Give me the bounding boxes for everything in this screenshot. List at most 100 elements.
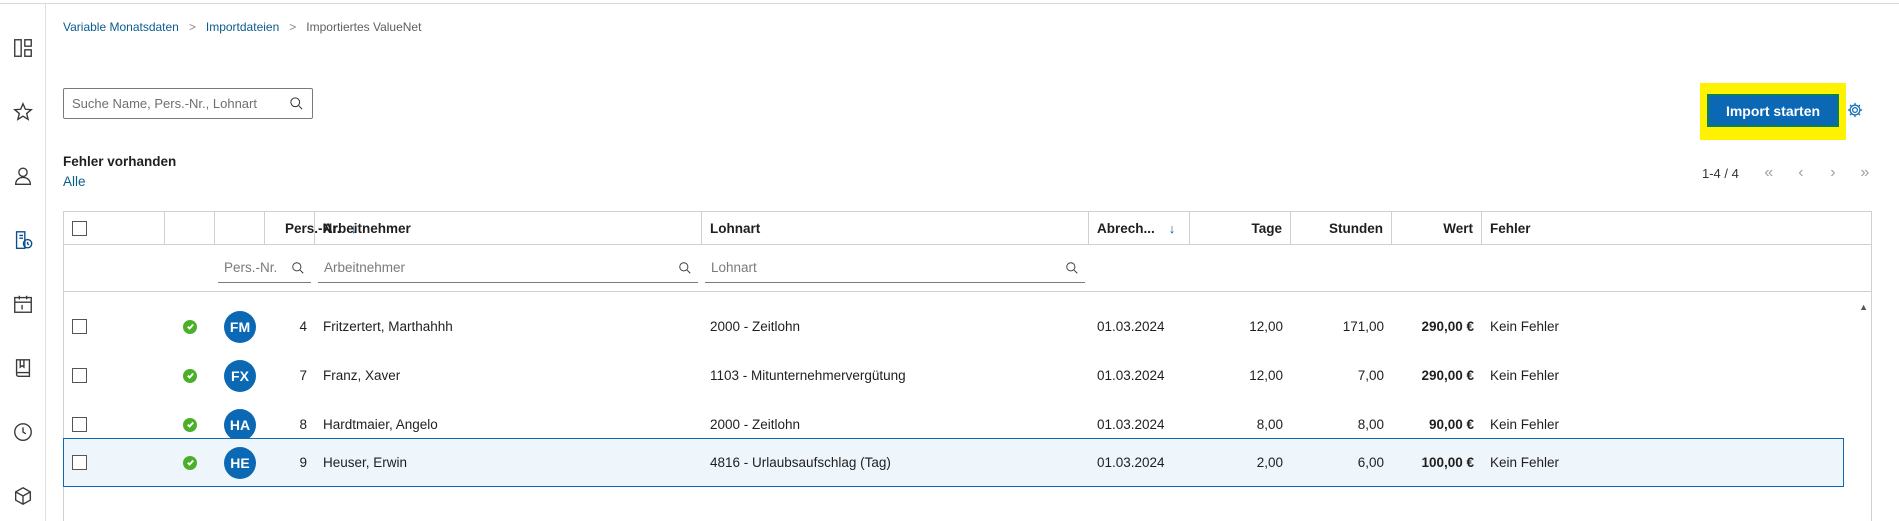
- header-arbeitnehmer[interactable]: Arbeitnehmer: [315, 212, 702, 244]
- import-start-button[interactable]: Import starten: [1707, 94, 1839, 127]
- row-date: 01.03.2024: [1097, 368, 1165, 383]
- header-tage[interactable]: Tage: [1190, 212, 1291, 244]
- row-select-cell: [64, 302, 165, 351]
- row-checkbox[interactable]: [72, 455, 87, 470]
- row-stunden: 171,00: [1342, 319, 1384, 334]
- row-wert: 290,00 €: [1421, 368, 1474, 383]
- filter-label: Fehler vorhanden: [63, 154, 177, 169]
- breadcrumb-variable-monatsdaten[interactable]: Variable Monatsdaten: [63, 20, 179, 34]
- sidebar-item-variable-data[interactable]: [0, 220, 46, 260]
- last-page-icon[interactable]: »: [1849, 164, 1881, 182]
- sidebar-item-modules[interactable]: [0, 476, 46, 516]
- sidebar-rail: [0, 4, 46, 521]
- row-tage: 2,00: [1256, 455, 1283, 470]
- row-stunden: 7,00: [1357, 368, 1384, 383]
- row-status-cell: [165, 439, 215, 486]
- row-fehler: Kein Fehler: [1490, 455, 1560, 470]
- arbeitnehmer-filter-input[interactable]: [324, 260, 678, 275]
- row-avatar-cell: FM: [215, 302, 265, 351]
- row-name: Fritzertert, Marthahhh: [323, 319, 453, 334]
- check-circle-icon: [183, 319, 197, 334]
- header-stunden[interactable]: Stunden: [1291, 212, 1392, 244]
- select-all-checkbox[interactable]: [72, 220, 87, 236]
- header-select-cell: [64, 212, 165, 244]
- header-lohnart[interactable]: Lohnart: [702, 212, 1089, 244]
- header-abrechnung-label: Abrech...: [1097, 220, 1155, 236]
- row-tage: 12,00: [1249, 368, 1283, 383]
- row-checkbox[interactable]: [72, 417, 87, 432]
- search-icon[interactable]: [1065, 261, 1079, 275]
- header-fehler[interactable]: Fehler: [1482, 212, 1872, 244]
- row-date: 01.03.2024: [1097, 455, 1165, 470]
- star-icon: [13, 102, 33, 121]
- row-select-cell: [64, 351, 165, 400]
- check-circle-icon: [183, 417, 197, 432]
- header-status-cell: [165, 212, 215, 244]
- settings-button[interactable]: [1846, 101, 1864, 119]
- row-date: 01.03.2024: [1097, 319, 1165, 334]
- pagination-range: 1-4 / 4: [1702, 165, 1739, 181]
- avatar: HA: [224, 408, 256, 441]
- row-status-cell: [165, 351, 215, 400]
- search-box[interactable]: [63, 88, 313, 119]
- persnr-filter-input[interactable]: [224, 260, 291, 275]
- row-stunden: 6,00: [1357, 455, 1384, 470]
- sidebar-item-book[interactable]: [0, 348, 46, 388]
- row-avatar-cell: HE: [215, 439, 265, 486]
- previous-page-icon[interactable]: ‹: [1785, 164, 1817, 182]
- row-persnr: 4: [299, 319, 307, 334]
- row-name: Franz, Xaver: [323, 368, 401, 383]
- clock-icon: [14, 423, 32, 441]
- sidebar-item-favorites[interactable]: [0, 92, 46, 132]
- row-checkbox[interactable]: [72, 368, 87, 383]
- avatar: FM: [224, 310, 256, 343]
- row-tage: 12,00: [1249, 319, 1283, 334]
- lohnart-filter[interactable]: [705, 253, 1085, 283]
- table-row[interactable]: FM 4 Fritzertert, Marthahhh 2000 - Zeitl…: [64, 302, 1871, 351]
- table-filter-row: [64, 245, 1871, 292]
- row-fehler: Kein Fehler: [1490, 368, 1560, 383]
- header-wert[interactable]: Wert: [1392, 212, 1482, 244]
- row-wert: 290,00 €: [1421, 319, 1474, 334]
- table-row[interactable]: FX 7 Franz, Xaver 1103 - Mitunternehmerv…: [64, 351, 1871, 400]
- avatar: HE: [224, 446, 256, 479]
- dashboard-icon: [14, 39, 32, 57]
- sidebar-item-persons[interactable]: [0, 156, 46, 196]
- sort-desc-icon: ↓: [1168, 220, 1176, 236]
- sidebar-item-dashboard[interactable]: [0, 28, 46, 68]
- document-clock-icon: [15, 231, 33, 249]
- row-name: Heuser, Erwin: [323, 455, 408, 470]
- search-input[interactable]: [72, 96, 289, 111]
- search-icon[interactable]: [678, 261, 692, 275]
- calendar-icon: [14, 295, 32, 313]
- row-checkbox[interactable]: [72, 319, 87, 334]
- top-divider: [0, 0, 1899, 4]
- breadcrumb-importdateien[interactable]: Importdateien: [206, 20, 279, 34]
- next-page-icon[interactable]: ›: [1817, 164, 1849, 182]
- breadcrumb-separator: >: [289, 20, 297, 34]
- row-fehler: Kein Fehler: [1490, 319, 1560, 334]
- gear-icon: [1847, 102, 1863, 118]
- breadcrumb-separator: >: [188, 20, 196, 34]
- row-wert: 100,00 €: [1421, 455, 1474, 470]
- lohnart-filter-input[interactable]: [711, 260, 1065, 275]
- breadcrumb: Variable Monatsdaten > Importdateien > I…: [63, 20, 421, 34]
- table-row-selected[interactable]: HE 9 Heuser, Erwin 4816 - Urlaubsaufschl…: [63, 438, 1844, 487]
- header-abrechnung[interactable]: Abrech... ↓: [1089, 212, 1190, 244]
- first-page-icon[interactable]: «: [1753, 164, 1785, 182]
- row-persnr: 7: [299, 368, 307, 383]
- row-lohnart: 4816 - Urlaubsaufschlag (Tag): [710, 455, 891, 470]
- check-circle-icon: [183, 368, 197, 383]
- search-icon[interactable]: [289, 96, 304, 111]
- arbeitnehmer-filter[interactable]: [318, 253, 698, 283]
- filter-value-link[interactable]: Alle: [63, 174, 86, 189]
- sidebar-item-calendar[interactable]: [0, 284, 46, 324]
- persnr-filter[interactable]: [218, 253, 311, 283]
- book-icon: [15, 359, 31, 377]
- row-select-cell: [64, 439, 165, 486]
- row-avatar-cell: FX: [215, 351, 265, 400]
- row-lohnart: 1103 - Mitunternehmervergütung: [710, 368, 906, 383]
- check-circle-icon: [183, 455, 197, 470]
- search-icon[interactable]: [291, 261, 305, 275]
- sidebar-item-time[interactable]: [0, 412, 46, 452]
